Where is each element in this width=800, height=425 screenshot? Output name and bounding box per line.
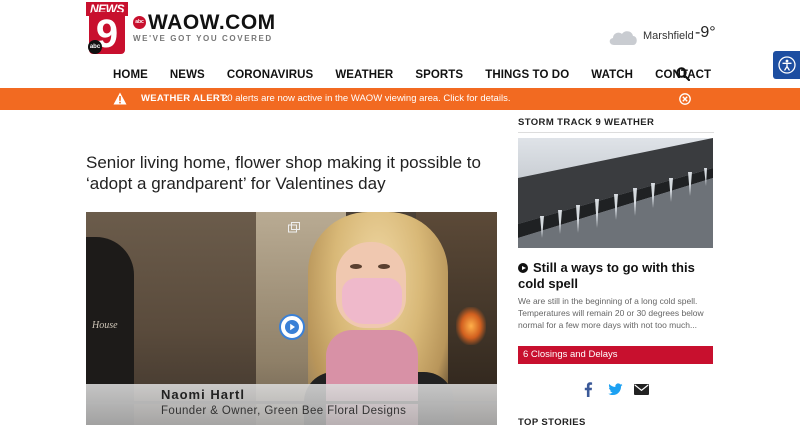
weather-temperature: -9° (695, 24, 716, 41)
play-button[interactable] (279, 314, 305, 340)
video-shirt-emblem: House (92, 320, 118, 331)
nav-home[interactable]: HOME (113, 69, 148, 81)
main-nav: HOME NEWS CORONAVIRUS WEATHER SPORTS THI… (86, 64, 714, 86)
top-stories-heading: TOP STORIES (518, 417, 586, 425)
video-fireplace (456, 307, 486, 345)
weather-city: Marshfield (643, 30, 694, 42)
video-player[interactable]: House Naomi Hartl Founder & Owner, Green… (86, 212, 497, 425)
weather-alert-bar[interactable]: WEATHER ALERT: 20 alerts are now active … (0, 88, 800, 110)
close-icon[interactable] (679, 93, 691, 105)
accessibility-icon (777, 56, 796, 74)
alert-message[interactable]: 20 alerts are now active in the WAOW vie… (222, 93, 510, 104)
play-icon (285, 320, 299, 334)
nav-news[interactable]: NEWS (170, 69, 205, 81)
weather-story-title-text: Still a ways to go with this cold spell (518, 260, 695, 291)
picture-in-picture-icon[interactable] (288, 222, 300, 233)
masthead: NEWS 9 abc abc WAOW.COM WE'VE GOT YOU CO… (0, 0, 800, 79)
video-person-mask (342, 278, 402, 324)
alert-label: WEATHER ALERT: (141, 93, 229, 104)
nav-sports[interactable]: SPORTS (415, 69, 463, 81)
site-tagline: WE'VE GOT YOU COVERED (133, 34, 273, 43)
closings-delays-link[interactable]: 6 Closings and Delays (518, 346, 713, 364)
icicles-image (518, 138, 713, 248)
lower-third-title: Founder & Owner, Green Bee Floral Design… (161, 405, 407, 417)
accessibility-button[interactable] (773, 51, 800, 79)
cloud-icon (609, 31, 637, 45)
video-person-eye (378, 264, 390, 269)
play-circle-icon (518, 263, 528, 273)
nav-weather[interactable]: WEATHER (335, 69, 393, 81)
nav-watch[interactable]: WATCH (591, 69, 633, 81)
sidebar-heading: STORM TRACK 9 WEATHER (518, 117, 655, 128)
lower-third-name: Naomi Hartl (161, 387, 245, 402)
facebook-icon[interactable] (583, 382, 593, 397)
warning-icon (113, 92, 127, 105)
video-person-eye (350, 264, 362, 269)
news9-logo[interactable]: NEWS 9 abc (86, 2, 128, 56)
twitter-icon[interactable] (608, 383, 623, 396)
social-share-bar (583, 382, 653, 398)
sidebar-divider (518, 132, 714, 133)
article-headline: Senior living home, flower shop making i… (86, 153, 481, 193)
weather-story-title[interactable]: Still a ways to go with this cold spell (518, 260, 714, 292)
video-lower-third: Naomi Hartl Founder & Owner, Green Bee F… (86, 384, 497, 425)
nav-coronavirus[interactable]: CORONAVIRUS (227, 69, 314, 81)
lower-third-stripe (86, 401, 497, 404)
nav-things-to-do[interactable]: THINGS TO DO (485, 69, 569, 81)
weather-story-description: We are still in the beginning of a long … (518, 296, 704, 330)
weather-story-image[interactable] (518, 138, 713, 248)
email-icon[interactable] (634, 384, 649, 395)
search-icon[interactable] (676, 67, 690, 81)
abc-logo-icon: abc (88, 40, 102, 54)
abc-badge-icon: abc (133, 16, 146, 29)
site-name[interactable]: WAOW.COM (148, 11, 276, 35)
